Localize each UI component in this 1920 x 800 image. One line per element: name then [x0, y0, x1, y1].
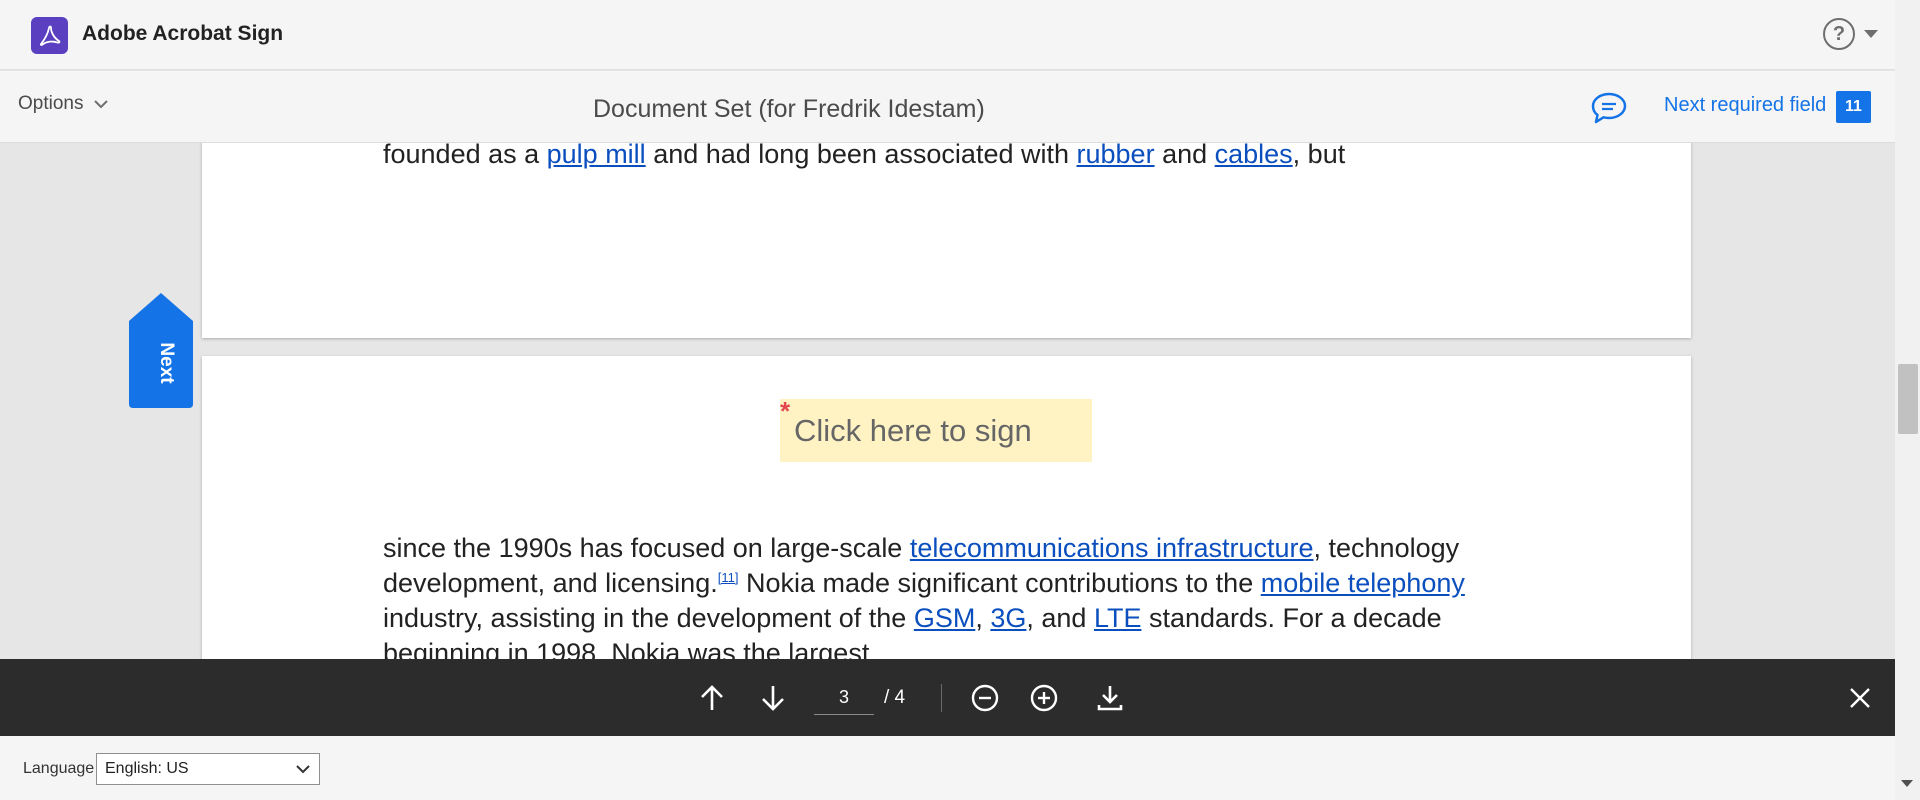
signature-field[interactable]: Click here to sign	[780, 399, 1092, 462]
help-menu-chevron-icon[interactable]	[1864, 30, 1878, 38]
next-required-field-link[interactable]: Next required field	[1664, 94, 1826, 117]
options-label: Options	[18, 93, 84, 114]
scrollbar-thumb[interactable]	[1898, 364, 1918, 434]
close-icon[interactable]	[1843, 681, 1877, 715]
chevron-down-icon	[94, 100, 109, 109]
link-gsm[interactable]: GSM	[914, 603, 976, 633]
page-text: since the 1990s has focused on large-sca…	[383, 533, 1465, 659]
zoom-in-icon[interactable]	[1027, 681, 1061, 715]
link-rubber[interactable]: rubber	[1077, 143, 1155, 169]
page-text: founded as a pulp mill and had long been…	[383, 143, 1483, 172]
link-mobile-telephony[interactable]: mobile telephony	[1261, 568, 1465, 598]
toolbar-divider	[941, 684, 942, 712]
zoom-out-icon[interactable]	[968, 681, 1002, 715]
chevron-down-icon	[296, 765, 310, 774]
app-header: Adobe Acrobat Sign ?	[0, 0, 1895, 70]
page-number-input[interactable]	[814, 681, 874, 715]
document-toolbar: / 4	[0, 659, 1895, 736]
language-select-value: English: US	[105, 760, 189, 777]
required-field-count-badge[interactable]: 11	[1836, 91, 1871, 123]
next-field-tab-button[interactable]: Next	[129, 293, 193, 408]
options-menu-button[interactable]: Options	[18, 93, 109, 115]
next-tab-label: Next	[156, 342, 177, 384]
citation-link[interactable]: [11]	[718, 570, 739, 585]
app-title: Adobe Acrobat Sign	[82, 22, 284, 45]
required-marker: *	[780, 396, 791, 426]
scroll-down-arrow-icon[interactable]	[1901, 780, 1913, 787]
page-total: / 4	[884, 687, 906, 708]
language-label: Language	[23, 760, 95, 777]
language-select[interactable]: English: US	[96, 753, 320, 785]
acrobat-logo-icon	[31, 17, 68, 54]
link-pulp-mill[interactable]: pulp mill	[547, 143, 646, 169]
document-page-3: Click here to sign * since the 1990s has…	[202, 356, 1691, 659]
help-icon[interactable]: ?	[1823, 18, 1855, 50]
download-icon[interactable]	[1093, 681, 1127, 715]
comment-icon[interactable]	[1590, 91, 1628, 130]
document-viewport[interactable]: founded as a pulp mill and had long been…	[0, 143, 1895, 659]
link-lte[interactable]: LTE	[1094, 603, 1142, 633]
document-title: Document Set (for Fredrik Idestam)	[593, 95, 985, 123]
link-3g[interactable]: 3G	[990, 603, 1026, 633]
link-telecommunications-infrastructure[interactable]: telecommunications infrastructure	[910, 533, 1314, 563]
next-page-arrow-down-icon[interactable]	[756, 681, 790, 715]
document-page-2: founded as a pulp mill and had long been…	[202, 143, 1691, 338]
link-cables[interactable]: cables	[1215, 143, 1293, 169]
footer: Language English: US	[0, 736, 1895, 800]
previous-page-arrow-up-icon[interactable]	[695, 681, 729, 715]
document-header: Options Document Set (for Fredrik Idesta…	[0, 71, 1895, 143]
